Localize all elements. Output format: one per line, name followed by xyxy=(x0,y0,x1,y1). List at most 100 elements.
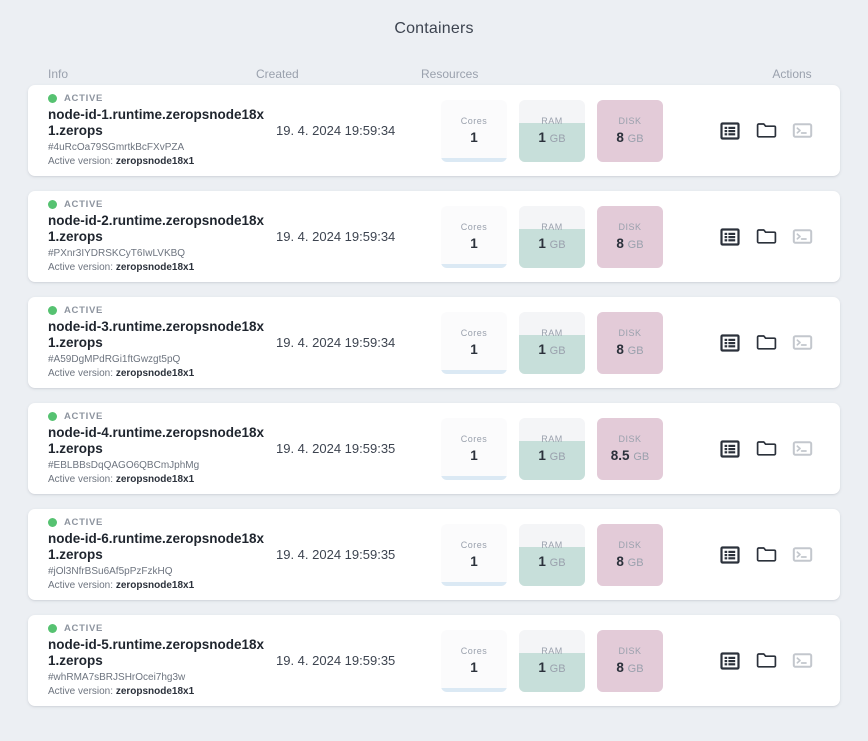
terminal-icon xyxy=(791,544,813,566)
resource-card-ram: RAM 1 GB xyxy=(519,311,585,374)
status-badge: ACTIVE xyxy=(48,305,268,316)
resource-label-disk: DISK xyxy=(618,222,642,232)
resource-label-cores: Cores xyxy=(460,222,488,232)
column-headers: Info Created Resources Actions xyxy=(0,63,868,85)
table-row[interactable]: ACTIVE node-id-6.runtime.zeropsnode18x1.z… xyxy=(28,509,840,600)
status-label: ACTIVE xyxy=(64,92,104,104)
resource-label-cores: Cores xyxy=(460,646,488,656)
folder-icon[interactable] xyxy=(755,226,777,248)
folder-icon[interactable] xyxy=(755,120,777,142)
resource-label-ram: RAM xyxy=(541,434,563,444)
table-row[interactable]: ACTIVE node-id-4.runtime.zeropsnode18x1.z… xyxy=(28,403,840,494)
resource-fill-cores xyxy=(441,581,507,586)
cell-resources: Cores 1 RAM 1 GB DISK 8 GB xyxy=(441,629,671,692)
log-icon[interactable] xyxy=(719,120,741,142)
container-list: ACTIVE node-id-1.runtime.zeropsnode18x1.z… xyxy=(0,85,868,706)
resource-fill-cores xyxy=(441,687,507,692)
column-header-resources: Resources xyxy=(421,67,479,81)
status-dot-icon xyxy=(48,305,57,315)
container-hash: #jOl3NfrBSu6Af5pPzFzkHQ xyxy=(48,565,173,577)
resource-card-ram: RAM 1 GB xyxy=(519,523,585,586)
resource-card-cores: Cores 1 xyxy=(441,205,507,268)
container-name[interactable]: node-id-3.runtime.zeropsnode18x1.zerops xyxy=(48,319,268,351)
container-hash: #4uRcOa79SGmrtkBcFXvPZA xyxy=(48,141,185,153)
cell-created: 19. 4. 2024 19:59:34 xyxy=(276,335,396,350)
container-name[interactable]: node-id-1.runtime.zeropsnode18x1.zerops xyxy=(48,107,268,139)
resource-card-disk: DISK 8 GB xyxy=(597,629,663,692)
resource-card-disk: DISK 8.5 GB xyxy=(597,417,663,480)
resource-value-cores: 1 xyxy=(470,554,478,569)
log-icon[interactable] xyxy=(719,544,741,566)
container-version: Active version: zeropsnode18x1 xyxy=(48,367,195,379)
resource-label-disk: DISK xyxy=(618,328,642,338)
cell-created: 19. 4. 2024 19:59:34 xyxy=(276,229,396,244)
cell-info: ACTIVE node-id-4.runtime.zeropsnode18x1.z… xyxy=(48,411,276,487)
resource-fill-cores xyxy=(441,263,507,268)
resource-label-ram: RAM xyxy=(541,116,563,126)
status-label: ACTIVE xyxy=(64,516,104,528)
resource-fill-cores xyxy=(441,157,507,162)
cell-created: 19. 4. 2024 19:59:35 xyxy=(276,547,396,562)
log-icon[interactable] xyxy=(719,226,741,248)
status-badge: ACTIVE xyxy=(48,411,268,422)
cell-resources: Cores 1 RAM 1 GB DISK 8 GB xyxy=(441,311,671,374)
log-icon[interactable] xyxy=(719,332,741,354)
table-row[interactable]: ACTIVE node-id-1.runtime.zeropsnode18x1.z… xyxy=(28,85,840,176)
container-name[interactable]: node-id-6.runtime.zeropsnode18x1.zerops xyxy=(48,531,268,563)
resource-label-ram: RAM xyxy=(541,646,563,656)
resource-value-disk: 8 GB xyxy=(616,342,644,357)
resource-card-cores: Cores 1 xyxy=(441,311,507,374)
resource-value-ram: 1 GB xyxy=(538,342,566,357)
table-row[interactable]: ACTIVE node-id-2.runtime.zeropsnode18x1.z… xyxy=(28,191,840,282)
column-header-actions: Actions xyxy=(772,67,812,81)
folder-icon[interactable] xyxy=(755,544,777,566)
resource-card-ram: RAM 1 GB xyxy=(519,205,585,268)
terminal-icon xyxy=(791,438,813,460)
resource-value-ram: 1 GB xyxy=(538,660,566,675)
resource-value-ram: 1 GB xyxy=(538,448,566,463)
log-icon[interactable] xyxy=(719,438,741,460)
resource-fill-cores xyxy=(441,369,507,374)
log-icon[interactable] xyxy=(719,650,741,672)
resource-card-cores: Cores 1 xyxy=(441,417,507,480)
status-dot-icon xyxy=(48,411,57,421)
resource-value-cores: 1 xyxy=(470,342,478,357)
folder-icon[interactable] xyxy=(755,332,777,354)
cell-actions xyxy=(710,650,840,672)
resource-card-disk: DISK 8 GB xyxy=(597,523,663,586)
table-row[interactable]: ACTIVE node-id-5.runtime.zeropsnode18x1.z… xyxy=(28,615,840,706)
container-name[interactable]: node-id-5.runtime.zeropsnode18x1.zerops xyxy=(48,637,268,669)
container-name[interactable]: node-id-4.runtime.zeropsnode18x1.zerops xyxy=(48,425,268,457)
containers-page: Containers Info Created Resources Action… xyxy=(0,0,868,741)
terminal-icon xyxy=(791,332,813,354)
folder-icon[interactable] xyxy=(755,650,777,672)
terminal-icon xyxy=(791,226,813,248)
status-dot-icon xyxy=(48,93,57,103)
cell-resources: Cores 1 RAM 1 GB DISK 8 GB xyxy=(441,205,671,268)
resource-card-cores: Cores 1 xyxy=(441,523,507,586)
status-label: ACTIVE xyxy=(64,198,104,210)
folder-icon[interactable] xyxy=(755,438,777,460)
resource-value-cores: 1 xyxy=(470,130,478,145)
terminal-icon xyxy=(791,650,813,672)
resource-label-disk: DISK xyxy=(618,540,642,550)
container-version: Active version: zeropsnode18x1 xyxy=(48,155,195,167)
cell-actions xyxy=(710,120,840,142)
status-label: ACTIVE xyxy=(64,622,104,634)
status-badge: ACTIVE xyxy=(48,199,268,210)
resource-label-disk: DISK xyxy=(618,116,642,126)
resource-value-cores: 1 xyxy=(470,236,478,251)
cell-info: ACTIVE node-id-2.runtime.zeropsnode18x1.z… xyxy=(48,199,276,275)
container-name[interactable]: node-id-2.runtime.zeropsnode18x1.zerops xyxy=(48,213,268,245)
resource-value-disk: 8 GB xyxy=(616,130,644,145)
resource-label-ram: RAM xyxy=(541,328,563,338)
table-row[interactable]: ACTIVE node-id-3.runtime.zeropsnode18x1.z… xyxy=(28,297,840,388)
cell-created: 19. 4. 2024 19:59:34 xyxy=(276,123,396,138)
resource-card-ram: RAM 1 GB xyxy=(519,629,585,692)
status-label: ACTIVE xyxy=(64,304,104,316)
status-dot-icon xyxy=(48,623,57,633)
container-hash: #PXnr3IYDRSKCyT6IwLVKBQ xyxy=(48,247,186,259)
resource-value-disk: 8.5 GB xyxy=(610,448,650,463)
status-label: ACTIVE xyxy=(64,410,104,422)
cell-info: ACTIVE node-id-6.runtime.zeropsnode18x1.z… xyxy=(48,517,276,593)
